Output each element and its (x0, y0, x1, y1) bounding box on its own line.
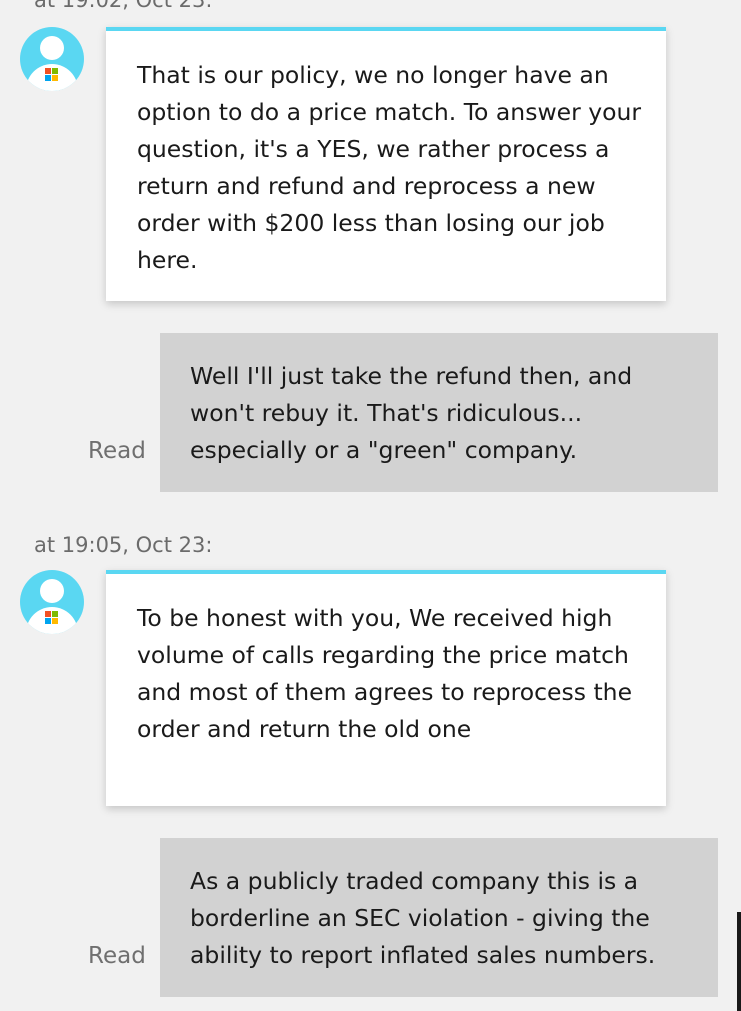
read-receipt: Read (88, 943, 146, 969)
message-text: To be honest with you, We received high … (137, 604, 633, 743)
user-message-bubble: As a publicly traded company this is a b… (160, 838, 718, 997)
message-timestamp: at 19:02, Oct 23: (34, 0, 213, 12)
scrollbar-thumb[interactable] (737, 912, 741, 1011)
message-text: That is our policy, we no longer have an… (137, 61, 642, 274)
microsoft-logo-icon (45, 611, 58, 624)
agent-message-bubble: That is our policy, we no longer have an… (106, 27, 666, 301)
message-timestamp: at 19:05, Oct 23: (34, 533, 213, 557)
agent-message-bubble: To be honest with you, We received high … (106, 570, 666, 806)
agent-avatar-icon (20, 570, 84, 634)
read-receipt: Read (88, 438, 146, 464)
message-text: As a publicly traded company this is a b… (190, 867, 656, 969)
agent-avatar-icon (20, 27, 84, 91)
user-message-bubble: Well I'll just take the refund then, and… (160, 333, 718, 492)
message-text: Well I'll just take the refund then, and… (190, 362, 633, 464)
microsoft-logo-icon (45, 68, 58, 81)
